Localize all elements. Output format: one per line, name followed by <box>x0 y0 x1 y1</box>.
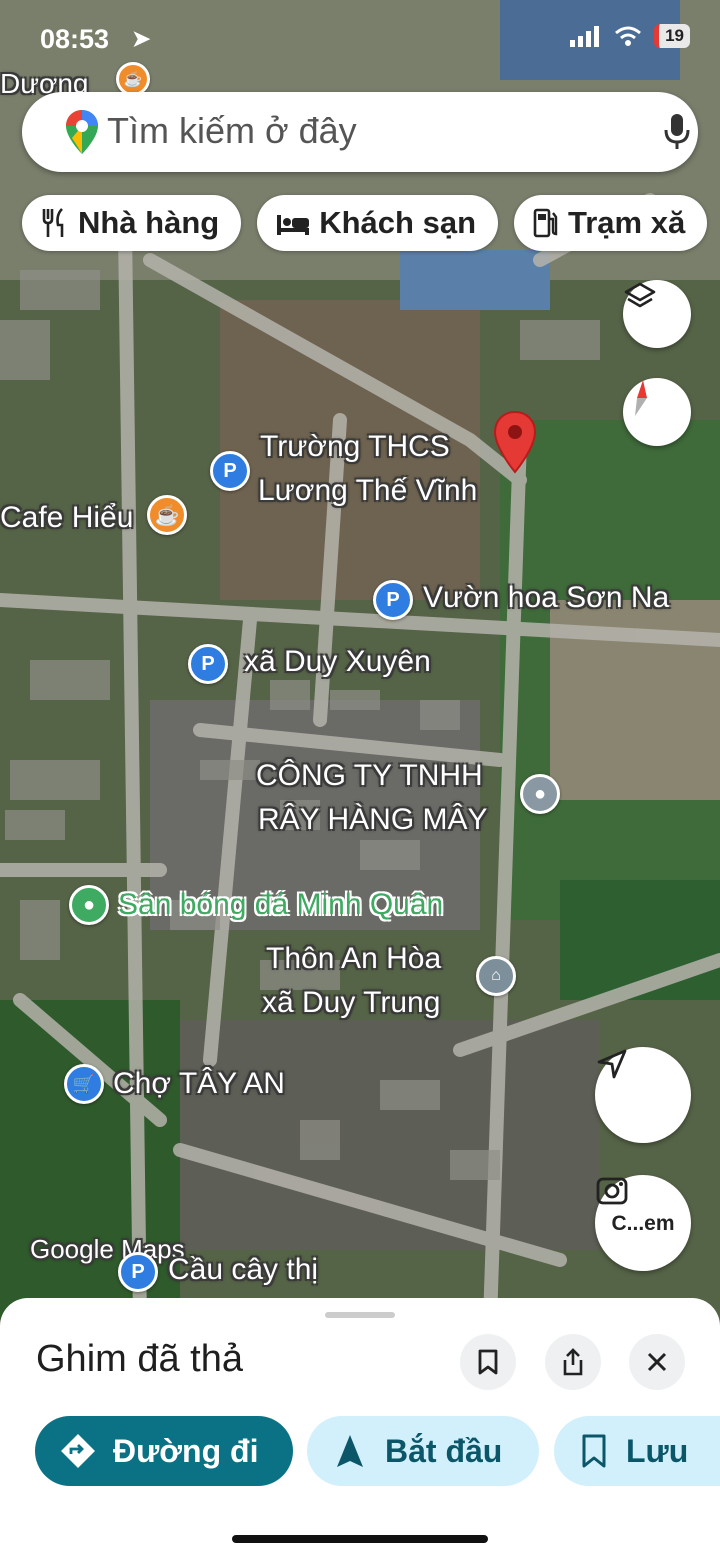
compass-button[interactable] <box>623 378 691 446</box>
hotel-icon <box>277 215 310 235</box>
map-label-thon-line2: xã Duy Trung <box>262 986 441 1019</box>
school-poi-icon[interactable]: P <box>210 451 250 491</box>
cafe-poi-icon[interactable]: ☕ <box>116 62 150 96</box>
start-label: Bắt đầu <box>385 1432 503 1469</box>
bookmark-icon <box>478 1349 498 1375</box>
map-label-truong-line2: Lương Thế Vĩnh <box>258 474 478 507</box>
signal-icon <box>570 26 600 47</box>
google-maps-watermark: Google Maps <box>30 1234 185 1264</box>
navigation-arrow-icon <box>597 1049 627 1079</box>
layers-button[interactable] <box>623 280 691 348</box>
directions-button[interactable]: Đường đi <box>35 1416 293 1486</box>
restaurant-icon <box>42 208 64 237</box>
gas-station-icon <box>533 208 558 238</box>
map-label-truong-line1: Trường THCS <box>260 430 450 463</box>
map-label-cau: Cầu cây thị <box>168 1253 319 1286</box>
company-poi-icon[interactable]: ● <box>520 774 560 814</box>
map-label-xa-duy-xuyen: xã Duy Xuyên <box>244 645 431 678</box>
search-bar[interactable]: Tìm kiếm ở đây <box>22 92 698 172</box>
chip-restaurants[interactable]: Nhà hàng <box>22 195 242 251</box>
wifi-icon <box>615 26 642 46</box>
camera-button-label: C...em <box>611 1212 675 1235</box>
microphone-icon[interactable] <box>662 112 692 152</box>
google-maps-pin-icon <box>66 110 98 154</box>
close-button[interactable] <box>629 1334 685 1390</box>
market-poi-icon[interactable]: 🛒 <box>64 1064 104 1104</box>
battery-icon: 19 <box>654 24 690 48</box>
chip-hotels-label: Khách sạn <box>319 205 477 240</box>
status-time: 08:53 <box>40 24 110 54</box>
san-bong-poi-icon[interactable]: ● <box>69 885 109 925</box>
map-label-vuon-hoa: Vườn hoa Sơn Na <box>423 581 670 614</box>
status-bar: 08:53 ➤ 19 <box>0 22 720 62</box>
dropped-pin-icon[interactable] <box>492 410 538 476</box>
directions-icon <box>61 1434 95 1468</box>
lens-camera-icon <box>596 1177 628 1205</box>
place-title: Ghim đã thả <box>36 1338 243 1380</box>
vuon-hoa-poi-icon[interactable]: P <box>373 580 413 620</box>
directions-label: Đường đi <box>113 1432 259 1469</box>
my-location-button[interactable] <box>595 1047 691 1143</box>
cafe-hieu-poi-icon[interactable]: ☕ <box>147 495 187 535</box>
save-button[interactable]: Lưu <box>554 1416 720 1486</box>
map-label-cong-ty-line1: CÔNG TY TNHH <box>256 759 483 792</box>
compass-icon <box>635 380 647 416</box>
map-label-cong-ty-line2: RÂY HÀNG MÂY <box>258 803 488 836</box>
status-icons: 19 <box>570 24 690 48</box>
chip-hotels[interactable]: Khách sạn <box>257 195 499 251</box>
map-label-san-bong: Sân bóng đá Minh Quân <box>118 888 444 921</box>
chip-gas-stations-label: Trạm xă <box>568 205 686 240</box>
location-arrow-icon: ➤ <box>132 26 151 51</box>
share-button[interactable] <box>545 1334 601 1390</box>
sheet-drag-handle[interactable] <box>325 1312 395 1318</box>
town-hall-poi-icon[interactable]: ⌂ <box>476 956 516 996</box>
chip-gas-stations[interactable]: Trạm xă <box>514 195 708 251</box>
cau-cay-thi-poi-icon[interactable]: P <box>118 1252 158 1292</box>
category-chips: Nhà hàng Khách sạn Trạm xă <box>22 195 708 251</box>
camera-search-button[interactable]: C...em <box>595 1175 691 1271</box>
map-label-thon-line1: Thôn An Hòa <box>266 942 442 975</box>
chip-restaurants-label: Nhà hàng <box>78 205 220 240</box>
xa-duy-xuyen-poi-icon[interactable]: P <box>188 644 228 684</box>
map-label-cho: Chợ TÂY AN <box>113 1067 285 1100</box>
navigation-start-icon <box>337 1435 363 1467</box>
share-icon <box>563 1348 583 1376</box>
save-place-button[interactable] <box>460 1334 516 1390</box>
home-indicator[interactable] <box>232 1535 488 1543</box>
start-button[interactable]: Bắt đầu <box>307 1416 539 1486</box>
close-icon <box>647 1352 667 1372</box>
place-bottom-sheet[interactable]: Ghim đã thả Đường đi Bắt đầu Lưu <box>0 1298 720 1559</box>
bookmark-save-icon <box>582 1434 606 1468</box>
search-placeholder[interactable]: Tìm kiếm ở đây <box>107 110 357 152</box>
map-label-cafe: Cafe Hiểu <box>0 501 134 534</box>
save-label: Lưu <box>626 1432 689 1469</box>
layers-icon <box>624 282 656 308</box>
